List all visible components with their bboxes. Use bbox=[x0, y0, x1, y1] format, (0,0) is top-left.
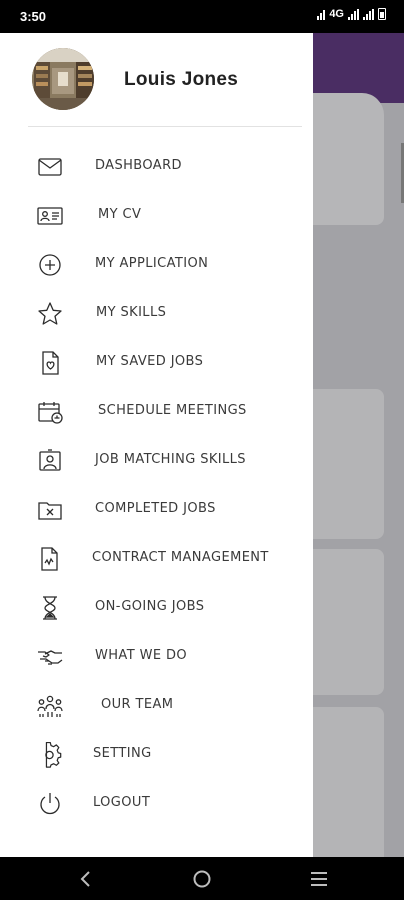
star-icon bbox=[36, 301, 64, 327]
saved-document-icon bbox=[36, 350, 64, 376]
user-name: Louis Jones bbox=[124, 69, 239, 90]
calendar-icon bbox=[36, 399, 64, 425]
hourglass-icon bbox=[36, 595, 64, 621]
signal-strength-2-icon bbox=[363, 8, 374, 20]
navigation-drawer: Louis Jones DASHBOARD MY CV MY APPLICATI… bbox=[0, 33, 313, 857]
menu-item-logout[interactable]: LOGOUT bbox=[0, 782, 313, 826]
menu-item-my-skills[interactable]: MY SKILLS bbox=[0, 292, 313, 336]
menu-label: DASHBOARD bbox=[95, 158, 182, 173]
team-icon bbox=[36, 693, 64, 719]
menu-item-setting[interactable]: SETTING bbox=[0, 733, 313, 777]
menu-item-what-we-do[interactable]: WHAT WE DO bbox=[0, 635, 313, 679]
profile-frame-icon bbox=[36, 448, 64, 474]
plus-circle-icon bbox=[36, 252, 64, 278]
signal-icon bbox=[317, 9, 326, 20]
power-icon bbox=[36, 791, 64, 817]
status-time: 3:50 bbox=[20, 9, 47, 24]
avatar[interactable] bbox=[32, 48, 94, 110]
folder-x-icon bbox=[36, 497, 64, 523]
gear-icon bbox=[36, 742, 64, 768]
menu-label: LOGOUT bbox=[93, 795, 151, 810]
menu-label: MY APPLICATION bbox=[95, 256, 209, 271]
menu-item-schedule-meetings[interactable]: SCHEDULE MEETINGS bbox=[0, 390, 313, 434]
menu-item-contract-management[interactable]: CONTRACT MANAGEMENT bbox=[0, 537, 313, 581]
menu-label: SETTING bbox=[93, 746, 152, 761]
menu-label: COMPLETED JOBS bbox=[95, 501, 216, 516]
contract-document-icon bbox=[36, 546, 64, 572]
menu-item-job-matching-skills[interactable]: JOB MATCHING SKILLS bbox=[0, 439, 313, 483]
avatar-photo-icon bbox=[32, 48, 94, 110]
mail-icon bbox=[36, 154, 64, 180]
back-icon[interactable] bbox=[75, 868, 97, 890]
menu-label: OUR TEAM bbox=[101, 697, 174, 712]
menu-item-my-cv[interactable]: MY CV bbox=[0, 194, 313, 238]
menu-item-my-saved-jobs[interactable]: MY SAVED JOBS bbox=[0, 341, 313, 385]
menu-item-our-team[interactable]: OUR TEAM bbox=[0, 684, 313, 728]
drawer-profile-header: Louis Jones bbox=[0, 33, 313, 127]
menu-label: MY SKILLS bbox=[96, 305, 167, 320]
status-bar: 3:50 4G bbox=[0, 0, 404, 33]
status-icons: 4G bbox=[317, 8, 386, 20]
menu-item-my-application[interactable]: MY APPLICATION bbox=[0, 243, 313, 287]
battery-icon bbox=[378, 8, 386, 20]
network-type: 4G bbox=[329, 8, 344, 20]
menu-label: WHAT WE DO bbox=[95, 648, 188, 663]
signal-strength-icon bbox=[348, 8, 359, 20]
menu-label: MY CV bbox=[98, 207, 142, 222]
menu-item-completed-jobs[interactable]: COMPLETED JOBS bbox=[0, 488, 313, 532]
divider bbox=[28, 126, 302, 127]
recents-icon[interactable] bbox=[308, 868, 330, 890]
menu-item-on-going-jobs[interactable]: ON-GOING JOBS bbox=[0, 586, 313, 630]
menu-label: MY SAVED JOBS bbox=[96, 354, 204, 369]
home-icon[interactable] bbox=[191, 868, 213, 890]
menu-label: ON-GOING JOBS bbox=[95, 599, 205, 614]
menu-item-dashboard[interactable]: DASHBOARD bbox=[0, 145, 313, 189]
menu-label: JOB MATCHING SKILLS bbox=[95, 452, 246, 467]
system-navigation-bar bbox=[0, 857, 404, 900]
handshake-icon bbox=[36, 644, 64, 670]
menu-label: SCHEDULE MEETINGS bbox=[98, 403, 247, 418]
menu-label: CONTRACT MANAGEMENT bbox=[92, 550, 269, 565]
id-card-icon bbox=[36, 203, 64, 229]
